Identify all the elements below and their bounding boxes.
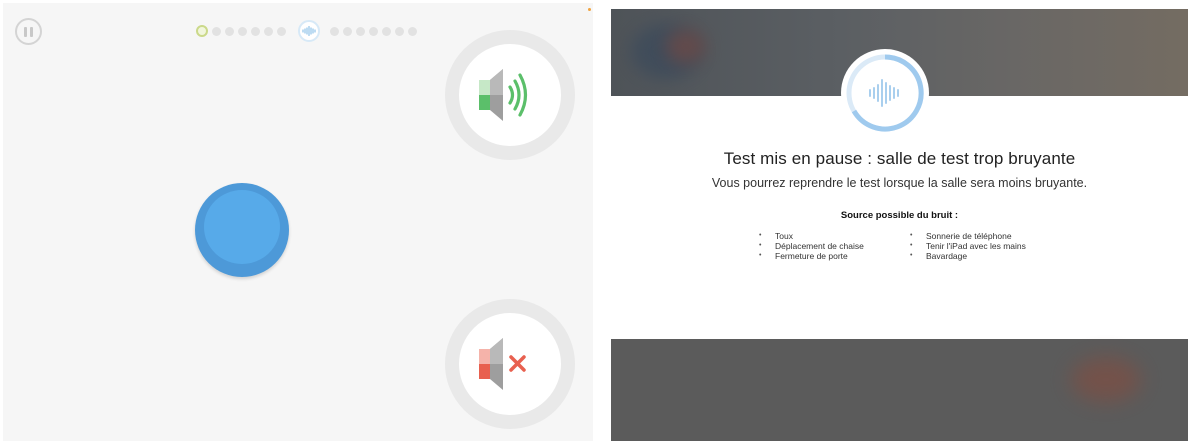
noise-waveform-icon bbox=[841, 49, 929, 137]
progress-indicator bbox=[196, 20, 421, 42]
progress-step bbox=[238, 26, 247, 36]
progress-step bbox=[369, 26, 378, 36]
progress-step bbox=[343, 26, 352, 36]
list-item: Fermeture de porte bbox=[759, 251, 864, 261]
progress-step bbox=[225, 26, 234, 36]
progress-step bbox=[251, 26, 260, 36]
speaker-sound-icon bbox=[479, 69, 528, 121]
sound-heard-button[interactable] bbox=[445, 30, 575, 160]
response-button[interactable] bbox=[195, 183, 289, 277]
pause-button[interactable] bbox=[15, 18, 42, 45]
list-item: Tenir l'iPad avec les mains bbox=[910, 241, 1026, 251]
progress-step bbox=[395, 26, 404, 36]
pause-overlay: Test mis en pause : salle de test trop b… bbox=[611, 9, 1188, 441]
progress-step bbox=[212, 26, 221, 36]
list-item: Sonnerie de téléphone bbox=[910, 231, 1026, 241]
noise-sources-list: Toux Déplacement de chaise Fermeture de … bbox=[759, 231, 864, 261]
blurred-background-bottom bbox=[611, 339, 1188, 441]
pause-subtitle: Vous pourrez reprendre le test lorsque l… bbox=[711, 176, 1088, 190]
noise-check-icon bbox=[298, 20, 320, 42]
speaker-muted-icon bbox=[479, 338, 526, 390]
list-item: Toux bbox=[759, 231, 864, 241]
progress-step-current bbox=[196, 25, 208, 37]
test-panel bbox=[3, 3, 593, 441]
progress-step bbox=[356, 26, 365, 36]
pause-title: Test mis en pause : salle de test trop b… bbox=[723, 149, 1076, 168]
progress-step bbox=[264, 26, 273, 36]
list-item: Bavardage bbox=[910, 251, 1026, 261]
progress-step bbox=[408, 26, 417, 36]
progress-step bbox=[330, 26, 339, 36]
pause-icon bbox=[24, 26, 27, 37]
noise-sources-list: Sonnerie de téléphone Tenir l'iPad avec … bbox=[910, 231, 1026, 261]
progress-step bbox=[277, 26, 286, 36]
list-item: Déplacement de chaise bbox=[759, 241, 864, 251]
noise-sources-heading: Source possible du bruit : bbox=[840, 210, 959, 221]
no-sound-button[interactable] bbox=[445, 299, 575, 429]
progress-step bbox=[382, 26, 391, 36]
